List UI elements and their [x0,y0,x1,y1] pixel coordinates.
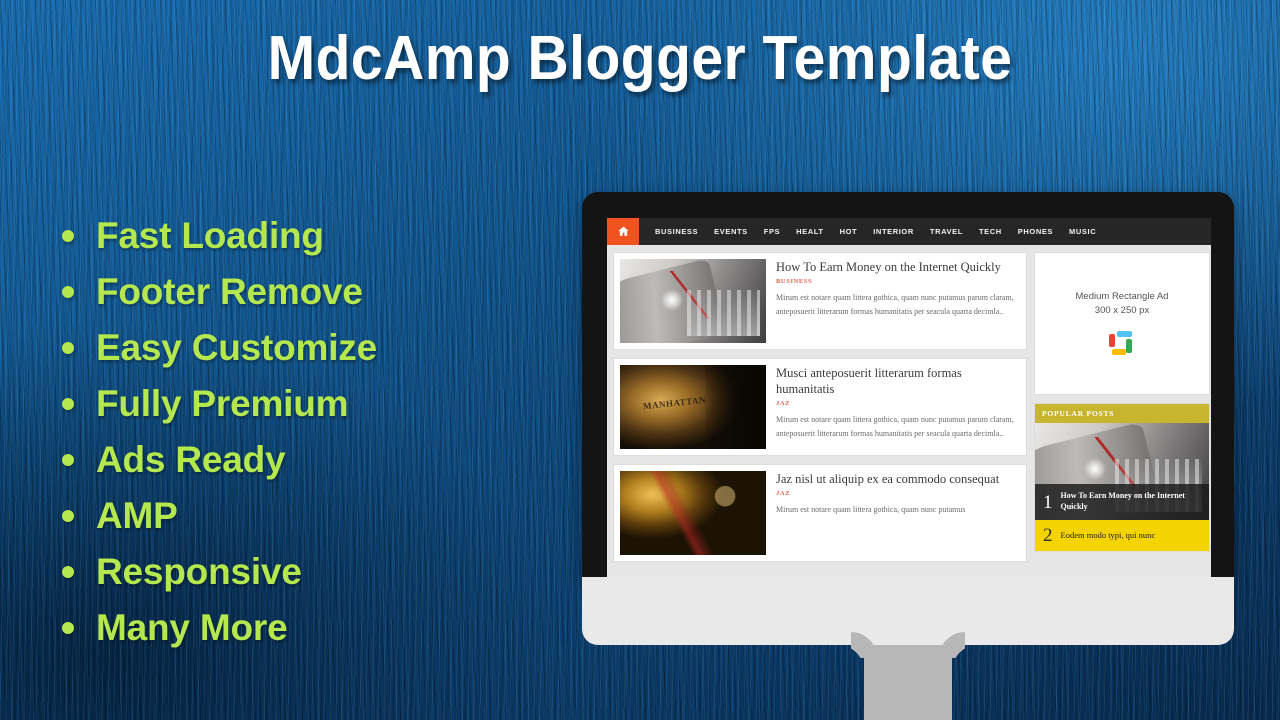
nav-link-business[interactable]: BUSINESS [655,227,698,236]
blog-screen: BUSINESS EVENTS FPS HEALT HOT INTERIOR T… [607,218,1211,577]
list-item: Ads Ready [62,432,377,488]
post-thumbnail-image: MANHATTAN [620,365,766,449]
popular-posts-heading: POPULAR POSTS [1035,404,1209,423]
popular-post-item[interactable]: 1 How To Earn Money on the Internet Quic… [1035,423,1209,520]
feature-label: Footer Remove [96,271,363,312]
finger-spark-glow [660,289,683,312]
finger-spark-glow [1083,457,1106,480]
bullet-icon [62,342,74,354]
nav-link-interior[interactable]: INTERIOR [873,227,914,236]
feature-label: Easy Customize [96,327,377,368]
logo-bar-yellow [1112,349,1126,356]
feature-label: Ads Ready [96,439,286,480]
logo-bar-blue [1117,331,1132,338]
post-title[interactable]: How To Earn Money on the Internet Quickl… [776,259,1020,275]
blog-main-column: How To Earn Money on the Internet Quickl… [613,252,1027,577]
ad-label-line2: 300 x 250 px [1094,304,1150,316]
popular-post-rank: 1 [1043,491,1053,513]
list-item: Easy Customize [62,320,377,376]
post-title[interactable]: Jaz nisl ut aliquip ex ea commodo conseq… [776,471,1020,487]
bullet-icon [62,622,74,634]
post-excerpt: Mirum est notare quam littera gothica, q… [776,505,966,514]
nav-link-tech[interactable]: TECH [979,227,1002,236]
nav-link-healt[interactable]: HEALT [796,227,823,236]
bullet-icon [62,566,74,578]
post-excerpt: Mirum est notare quam littera gothica, q… [776,293,1014,316]
thumbnail-caption: MANHATTAN [642,394,707,411]
nav-link-music[interactable]: MUSIC [1069,227,1096,236]
list-item: Footer Remove [62,264,377,320]
nav-link-travel[interactable]: TRAVEL [930,227,963,236]
ad-placeholder[interactable]: Medium Rectangle Ad 300 x 250 px [1034,252,1210,395]
feature-list: Fast Loading Footer Remove Easy Customiz… [62,208,377,656]
list-item: Many More [62,600,377,656]
google-ads-logo-icon [1109,331,1135,357]
popular-post-item[interactable]: 2 Eodem modo typi, qui nunc [1035,520,1209,551]
popular-post-title[interactable]: Eodem modo typi, qui nunc [1061,530,1156,541]
post-text: How To Earn Money on the Internet Quickl… [776,259,1020,343]
popular-post-title[interactable]: How To Earn Money on the Internet Quickl… [1061,491,1202,513]
promo-banner: MdcAmp Blogger Template Fast Loading Foo… [0,0,1280,720]
blog-sidebar: Medium Rectangle Ad 300 x 250 px POPULAR… [1034,252,1210,577]
feature-label: Fast Loading [96,215,324,256]
post-title[interactable]: Musci anteposuerit litterarum formas hum… [776,365,1020,397]
post-thumbnail-image [620,259,766,343]
feature-label: Fully Premium [96,383,349,424]
monitor-bezel: BUSINESS EVENTS FPS HEALT HOT INTERIOR T… [582,192,1234,577]
post-thumbnail-image [620,471,766,555]
post-category[interactable]: JAZ [776,490,1020,497]
feature-label: Responsive [96,551,302,592]
nav-link-hot[interactable]: HOT [840,227,858,236]
blog-nav-links: BUSINESS EVENTS FPS HEALT HOT INTERIOR T… [639,218,1096,245]
ad-label-line1: Medium Rectangle Ad [1075,290,1169,302]
bullet-icon [62,454,74,466]
popular-post-overlay: 1 How To Earn Money on the Internet Quic… [1035,484,1209,520]
list-item: Fully Premium [62,376,377,432]
post-category[interactable]: JAZ [776,400,1020,407]
monitor-chin [582,577,1234,645]
list-item: Fast Loading [62,208,377,264]
feature-label: AMP [96,495,178,536]
nav-link-fps[interactable]: FPS [764,227,780,236]
list-item: Responsive [62,544,377,600]
popular-post-rank: 2 [1043,525,1053,546]
post-category[interactable]: BUSINESS [776,278,1020,285]
nav-link-phones[interactable]: PHONES [1018,227,1053,236]
logo-bar-red [1109,334,1115,348]
post-card[interactable]: MANHATTAN Musci anteposuerit litterarum … [613,358,1027,456]
feature-label: Many More [96,607,288,648]
page-title: MdcAmp Blogger Template [267,24,1013,93]
post-text: Jaz nisl ut aliquip ex ea commodo conseq… [776,471,1020,555]
monitor-mockup: BUSINESS EVENTS FPS HEALT HOT INTERIOR T… [582,192,1234,720]
bullet-icon [62,398,74,410]
post-card[interactable]: Jaz nisl ut aliquip ex ea commodo conseq… [613,464,1027,562]
post-text: Musci anteposuerit litterarum formas hum… [776,365,1020,449]
nav-link-events[interactable]: EVENTS [714,227,748,236]
home-icon[interactable] [607,218,639,245]
monitor-stand [864,645,952,720]
blog-navbar: BUSINESS EVENTS FPS HEALT HOT INTERIOR T… [607,218,1211,245]
bullet-icon [62,286,74,298]
blog-body: How To Earn Money on the Internet Quickl… [607,245,1211,577]
bullet-icon [62,230,74,242]
post-excerpt: Mirum est notare quam littera gothica, q… [776,415,1014,438]
list-item: AMP [62,488,377,544]
post-card[interactable]: How To Earn Money on the Internet Quickl… [613,252,1027,350]
popular-posts-widget: POPULAR POSTS 1 How To Earn Money on the… [1034,403,1210,552]
bullet-icon [62,510,74,522]
logo-bar-green [1126,339,1132,354]
